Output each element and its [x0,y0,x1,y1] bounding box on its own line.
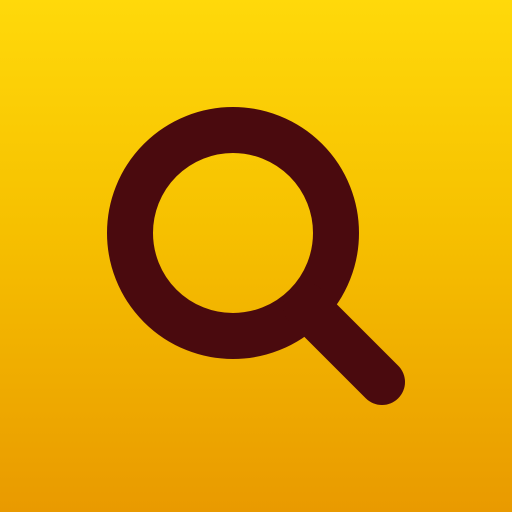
search-icon-handle [283,283,405,405]
search-icon [107,107,405,405]
app-icon[interactable] [0,0,512,512]
